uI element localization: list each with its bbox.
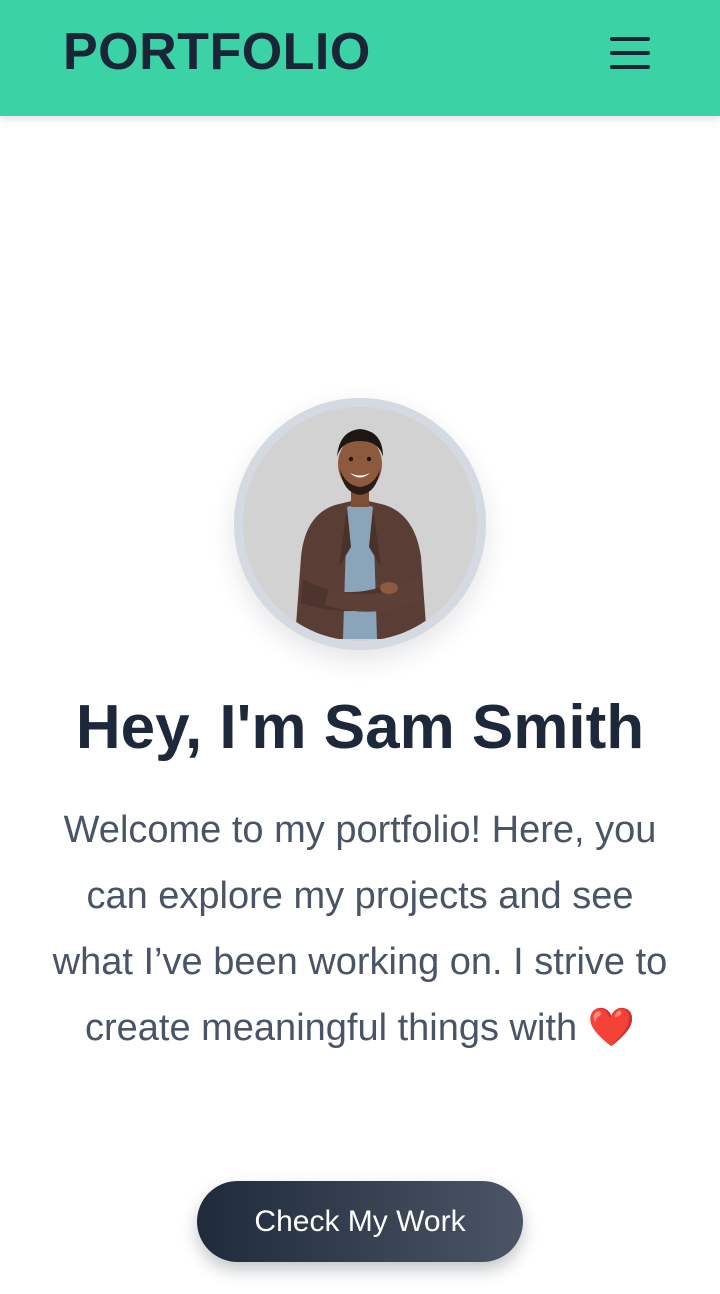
profile-photo-frame bbox=[234, 398, 486, 650]
profile-photo bbox=[243, 407, 477, 641]
menu-bar bbox=[610, 51, 650, 55]
site-logo[interactable]: PORTFOLIO bbox=[63, 24, 371, 80]
hamburger-menu-icon[interactable] bbox=[606, 33, 654, 73]
intro-paragraph: Welcome to my portfolio! Here, you can e… bbox=[50, 797, 670, 1061]
heart-icon: ❤️ bbox=[587, 1007, 636, 1049]
intro-text: Welcome to my portfolio! Here, you can e… bbox=[52, 809, 668, 1049]
menu-bar bbox=[610, 65, 650, 69]
check-my-work-button[interactable]: Check My Work bbox=[197, 1181, 523, 1262]
menu-bar bbox=[610, 37, 650, 41]
top-navbar: PORTFOLIO bbox=[0, 0, 720, 116]
hero-headline: Hey, I'm Sam Smith bbox=[75, 693, 645, 762]
